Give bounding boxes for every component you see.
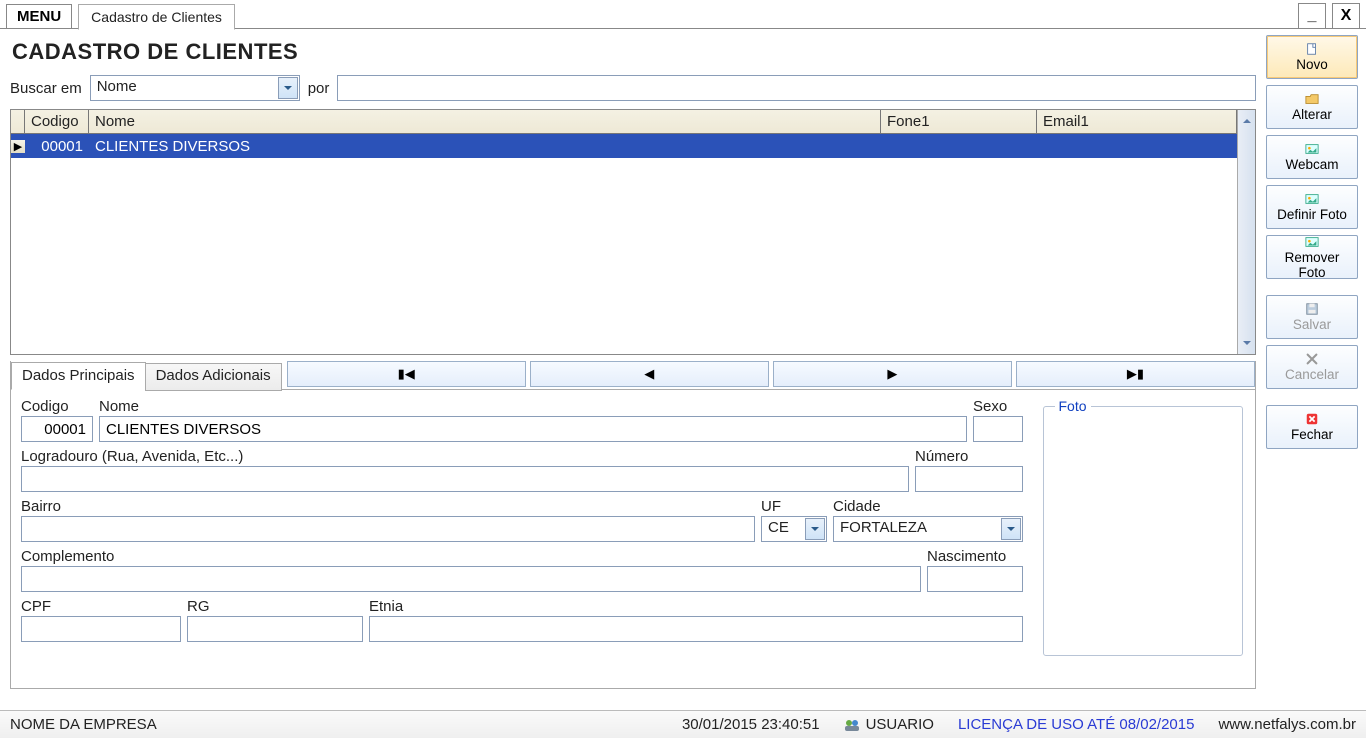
nome-field[interactable]: [99, 416, 967, 442]
license-text: LICENÇA DE USO ATÉ 08/02/2015: [958, 716, 1195, 733]
nascimento-label: Nascimento: [927, 548, 1023, 565]
new-icon: [1305, 42, 1319, 56]
complemento-label: Complemento: [21, 548, 921, 565]
cidade-select[interactable]: FORTALEZA: [833, 516, 1023, 542]
minimize-button[interactable]: _: [1298, 3, 1326, 29]
bairro-label: Bairro: [21, 498, 755, 515]
save-icon: [1305, 302, 1319, 316]
status-user: USUARIO: [866, 716, 934, 733]
close-icon: [1305, 412, 1319, 426]
cell-email1: [1037, 145, 1237, 147]
row-indicator-icon: ▶: [11, 140, 25, 153]
nav-prev-button[interactable]: ◀: [530, 361, 769, 387]
folder-open-icon: [1305, 92, 1319, 106]
image-icon: [1305, 235, 1319, 249]
image-icon: [1305, 142, 1319, 156]
novo-label: Novo: [1296, 57, 1328, 72]
nascimento-field[interactable]: [927, 566, 1023, 592]
salvar-button[interactable]: Salvar: [1266, 295, 1358, 339]
col-codigo[interactable]: Codigo: [25, 110, 89, 133]
novo-button[interactable]: Novo: [1266, 35, 1358, 79]
definir-foto-label: Definir Foto: [1277, 207, 1347, 222]
sexo-field[interactable]: [973, 416, 1023, 442]
status-bar: NOME DA EMPRESA 30/01/2015 23:40:51 USUA…: [0, 710, 1366, 738]
logradouro-label: Logradouro (Rua, Avenida, Etc...): [21, 448, 909, 465]
remover-foto-label: Remover Foto: [1273, 250, 1351, 280]
menu-button[interactable]: MENU: [6, 4, 72, 29]
cancel-icon: [1305, 352, 1319, 366]
bairro-field[interactable]: [21, 516, 755, 542]
nome-label: Nome: [99, 398, 967, 415]
cpf-label: CPF: [21, 598, 181, 615]
table-row[interactable]: ▶ 00001 CLIENTES DIVERSOS: [11, 134, 1237, 158]
prev-icon: ◀: [644, 366, 654, 382]
search-input[interactable]: [337, 75, 1256, 101]
rg-label: RG: [187, 598, 363, 615]
numero-label: Número: [915, 448, 1023, 465]
codigo-label: Codigo: [21, 398, 93, 415]
rg-field[interactable]: [187, 616, 363, 642]
page-title: CADASTRO DE CLIENTES: [12, 39, 1256, 65]
uf-label: UF: [761, 498, 827, 515]
search-field-select[interactable]: Nome: [90, 75, 300, 101]
status-datetime: 30/01/2015 23:40:51: [682, 716, 820, 733]
nav-first-button[interactable]: ▮◀: [287, 361, 526, 387]
document-tab[interactable]: Cadastro de Clientes: [78, 4, 235, 30]
first-icon: ▮◀: [398, 366, 415, 382]
col-email1[interactable]: Email1: [1037, 110, 1237, 133]
webcam-label: Webcam: [1285, 157, 1338, 172]
numero-field[interactable]: [915, 466, 1023, 492]
alterar-label: Alterar: [1292, 107, 1332, 122]
tab-dados-adicionais[interactable]: Dados Adicionais: [145, 363, 282, 391]
search-by-label: por: [308, 80, 330, 97]
cidade-label: Cidade: [833, 498, 1023, 515]
sexo-label: Sexo: [973, 398, 1023, 415]
clients-grid[interactable]: Codigo Nome Fone1 Email1 ▶ 00001 CLIENTE…: [10, 109, 1256, 355]
webcam-button[interactable]: Webcam: [1266, 135, 1358, 179]
uf-select[interactable]: CE: [761, 516, 827, 542]
next-icon: ▶: [887, 366, 897, 382]
cpf-field[interactable]: [21, 616, 181, 642]
fechar-button[interactable]: Fechar: [1266, 405, 1358, 449]
etnia-field[interactable]: [369, 616, 1023, 642]
codigo-field: [21, 416, 93, 442]
tab-dados-principais[interactable]: Dados Principais: [11, 362, 146, 390]
cell-nome: CLIENTES DIVERSOS: [89, 137, 881, 156]
cell-codigo: 00001: [25, 137, 89, 156]
website-text: www.netfalys.com.br: [1218, 716, 1356, 733]
cell-fone1: [881, 145, 1037, 147]
close-window-button[interactable]: X: [1332, 3, 1360, 29]
etnia-label: Etnia: [369, 598, 1023, 615]
definir-foto-button[interactable]: Definir Foto: [1266, 185, 1358, 229]
fechar-label: Fechar: [1291, 427, 1333, 442]
company-name: NOME DA EMPRESA: [10, 716, 157, 733]
grid-scrollbar[interactable]: [1237, 110, 1255, 354]
cancelar-label: Cancelar: [1285, 367, 1339, 382]
photo-fieldset: Foto: [1043, 398, 1243, 656]
cancelar-button[interactable]: Cancelar: [1266, 345, 1358, 389]
last-icon: ▶▮: [1127, 366, 1144, 382]
search-in-label: Buscar em: [10, 80, 82, 97]
salvar-label: Salvar: [1293, 317, 1331, 332]
user-icon: USUARIO: [844, 716, 934, 733]
logradouro-field[interactable]: [21, 466, 909, 492]
nav-next-button[interactable]: ▶: [773, 361, 1012, 387]
image-icon: [1305, 192, 1319, 206]
photo-legend: Foto: [1055, 398, 1091, 414]
remover-foto-button[interactable]: Remover Foto: [1266, 235, 1358, 279]
alterar-button[interactable]: Alterar: [1266, 85, 1358, 129]
nav-last-button[interactable]: ▶▮: [1016, 361, 1255, 387]
complemento-field[interactable]: [21, 566, 921, 592]
col-fone1[interactable]: Fone1: [881, 110, 1037, 133]
col-nome[interactable]: Nome: [89, 110, 881, 133]
